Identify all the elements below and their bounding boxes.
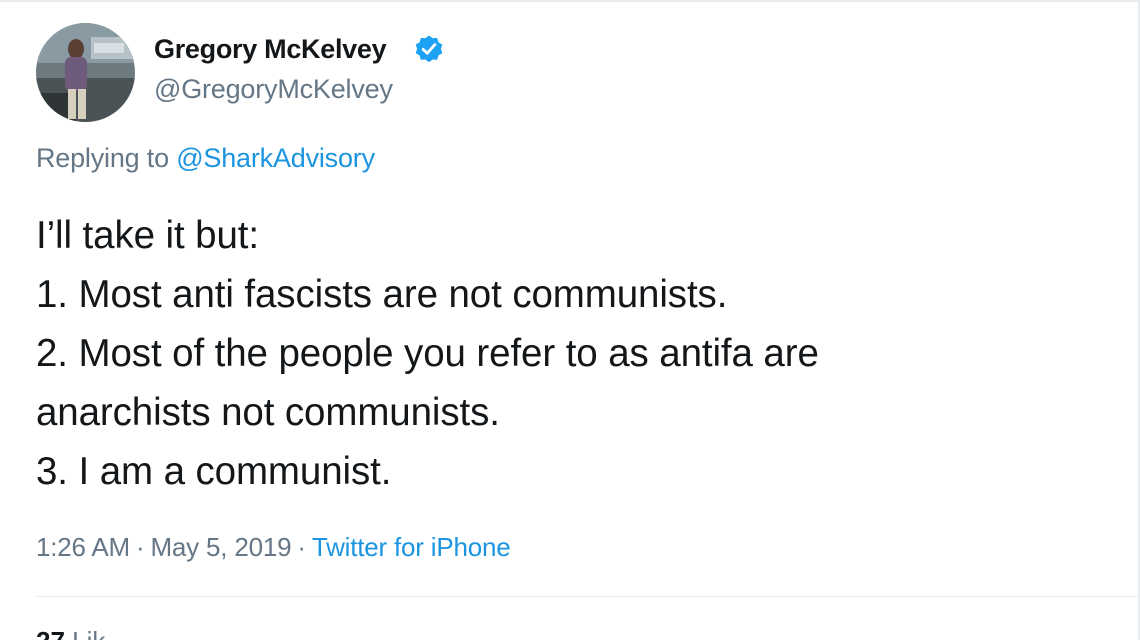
likes-label: Lik [72,626,105,640]
tweet-metadata: 1:26 AM · May 5, 2019 · Twitter for iPhone [36,532,511,563]
author-name[interactable]: Gregory McKelvey [154,34,387,65]
tweet-text-line: anarchists not communists. [36,391,500,434]
likes-count: 27 [36,626,65,640]
profile-photo-icon[interactable] [36,23,135,122]
tweet-text-line: 3. I am a communist. [36,450,392,493]
tweet-text-line: 2. Most of the people you refer to as an… [36,332,819,375]
replying-to-line: Replying to @SharkAdvisory [36,143,375,174]
meta-separator: · [136,532,145,562]
tweet-time[interactable]: 1:26 AM [36,532,130,562]
tweet-source-link[interactable]: Twitter for iPhone [312,532,511,562]
verified-badge-icon [413,34,445,66]
meta-separator: · [297,532,306,562]
author-handle[interactable]: @GregoryMcKelvey [154,74,393,105]
reply-target-link[interactable]: @SharkAdvisory [176,143,375,173]
tweet-text: I’ll take it but: 1. Most anti fascists … [36,206,1096,501]
tweet-text-line: 1. Most anti fascists are not communists… [36,273,728,316]
tweet-date[interactable]: May 5, 2019 [150,532,291,562]
replying-to-label: Replying to [36,143,169,173]
tweet-card: Gregory McKelvey @GregoryMcKelvey Replyi… [0,0,1140,640]
divider [36,596,1140,597]
tweet-text-line: I’ll take it but: [36,214,259,257]
likes-stat[interactable]: 27 Lik [36,626,105,640]
